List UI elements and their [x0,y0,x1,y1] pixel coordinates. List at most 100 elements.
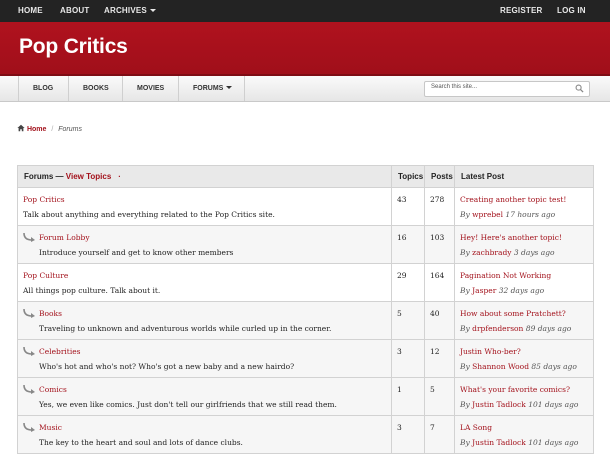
forums-header-label: Forums — [24,172,64,181]
latest-post-link[interactable]: Creating another topic test! [460,192,593,207]
breadcrumb-home-link[interactable]: Home [27,126,46,133]
latest-post-cell: Justin Who-ber? By Shannon Wood 85 days a… [454,339,594,378]
latest-post-cell: Pagination Not Working By Jasper 32 days … [454,263,594,302]
latest-post-link[interactable]: How about some Pratchett? [460,306,593,321]
post-age: 3 days ago [513,248,555,257]
col-header-forums: Forums — View Topics · [17,165,392,188]
col-header-posts: Posts [424,165,455,188]
topnav-register-link[interactable]: REGISTER [500,0,543,22]
forums-table: Forums — View Topics · Topics Posts Lates… [17,165,594,454]
post-age: 89 days ago [525,324,572,333]
forum-description: Yes, we even like comics. Just don't tel… [39,400,337,409]
posts-count: 164 [424,263,455,302]
col-header-topics: Topics [391,165,425,188]
nav-divider [18,76,19,101]
latest-post-cell: Creating another topic test! By wprebel 1… [454,187,594,226]
by-label: By [460,324,470,333]
topics-count: 43 [391,187,425,226]
forum-link[interactable]: Celebrities [39,347,81,356]
table-header-row: Forums — View Topics · Topics Posts Lates… [17,165,594,188]
author-link[interactable]: Justin Tadlock [472,438,526,447]
latest-post-link[interactable]: Hey! Here's another topic! [460,230,593,245]
topics-count: 1 [391,377,425,416]
latest-post-link[interactable]: Pagination Not Working [460,268,593,283]
topnav-archives-menu[interactable]: ARCHIVES [104,0,156,22]
search-input[interactable]: Search this site... [424,81,590,97]
forum-cell: Forum Lobby Introduce yourself and get to… [17,225,392,264]
author-link[interactable]: Justin Tadlock [472,400,526,409]
post-age: 101 days ago [528,400,579,409]
top-bar: HOME ABOUT ARCHIVES REGISTER LOG IN [0,0,610,22]
topnav-about-link[interactable]: ABOUT [60,0,89,22]
post-age: 85 days ago [531,362,577,371]
breadcrumb-current: Forums [58,126,82,133]
site-title[interactable]: Pop Critics [19,35,128,59]
nav-divider [122,76,123,101]
forum-link[interactable]: Books [39,309,62,318]
latest-post-cell: LA Song By Justin Tadlock 101 days ago [454,415,594,454]
forum-description: All things pop culture. Talk about it. [23,286,161,295]
breadcrumb-separator: / [51,126,54,133]
posts-count: 12 [424,339,455,378]
subforum-arrow-icon [23,308,35,318]
search-placeholder: Search this site... [431,84,478,90]
author-link[interactable]: drpfenderson [472,324,523,333]
forum-link[interactable]: Comics [39,385,67,394]
table-row: Pop Culture All things pop culture. Talk … [17,263,594,302]
author-link[interactable]: Jasper [472,286,496,295]
subforum-arrow-icon [23,232,35,242]
forum-link[interactable]: Pop Critics [23,195,65,204]
topnav-login-link[interactable]: LOG IN [557,0,586,22]
table-row: Pop Critics Talk about anything and every… [17,187,594,226]
forum-description: Introduce yourself and get to know other… [39,248,234,257]
topics-count: 5 [391,301,425,340]
latest-post-link[interactable]: What's your favorite comics? [460,382,593,397]
view-topics-link[interactable]: View Topics [66,172,112,181]
subforum-arrow-icon [23,384,35,394]
nav-movies-link[interactable]: MOVIES [137,76,164,101]
latest-post-link[interactable]: LA Song [460,420,593,435]
subforum-arrow-icon [23,422,35,432]
post-age: 101 days ago [528,438,579,447]
forum-cell: Pop Culture All things pop culture. Talk … [17,263,392,302]
subforum-arrow-icon [23,346,35,356]
breadcrumb: Home / Forums [17,124,82,133]
forum-link[interactable]: Music [39,423,62,432]
forum-description: Talk about anything and everything relat… [23,210,275,219]
by-label: By [460,286,470,295]
nav-blog-link[interactable]: BLOG [33,76,53,101]
posts-count: 7 [424,415,455,454]
home-icon [17,124,25,132]
table-row: Celebrities Who's hot and who's not? Who'… [17,339,594,378]
author-link[interactable]: wprebel [472,210,503,219]
topnav-home-link[interactable]: HOME [18,0,43,22]
nav-divider [178,76,179,101]
author-link[interactable]: zachbrady [472,248,511,257]
forum-link[interactable]: Forum Lobby [39,233,90,242]
latest-post-cell: What's your favorite comics? By Justin Ta… [454,377,594,416]
forum-link[interactable]: Pop Culture [23,271,68,280]
posts-count: 5 [424,377,455,416]
post-age: 32 days ago [498,286,545,295]
topics-count: 16 [391,225,425,264]
author-link[interactable]: Shannon Wood [472,362,529,371]
search-icon[interactable] [575,84,584,93]
forum-description: The key to the heart and soul and lots o… [39,438,243,447]
latest-post-cell: How about some Pratchett? By drpfenderson… [454,301,594,340]
posts-count: 103 [424,225,455,264]
nav-forums-label: FORUMS [193,85,224,92]
by-label: By [460,210,470,219]
nav-forums-menu[interactable]: FORUMS [193,76,233,101]
by-label: By [460,248,470,257]
forum-cell: Books Traveling to unknown and adventurou… [17,301,392,340]
table-row: Forum Lobby Introduce yourself and get to… [17,225,594,264]
forum-cell: Music The key to the heart and soul and l… [17,415,392,454]
by-label: By [460,400,470,409]
latest-post-link[interactable]: Justin Who-ber? [460,344,593,359]
nav-divider [244,76,245,101]
posts-count: 40 [424,301,455,340]
forum-cell: Celebrities Who's hot and who's not? Who'… [17,339,392,378]
nav-books-link[interactable]: BOOKS [83,76,109,101]
by-label: By [460,362,470,371]
table-row: Music The key to the heart and soul and l… [17,415,594,454]
